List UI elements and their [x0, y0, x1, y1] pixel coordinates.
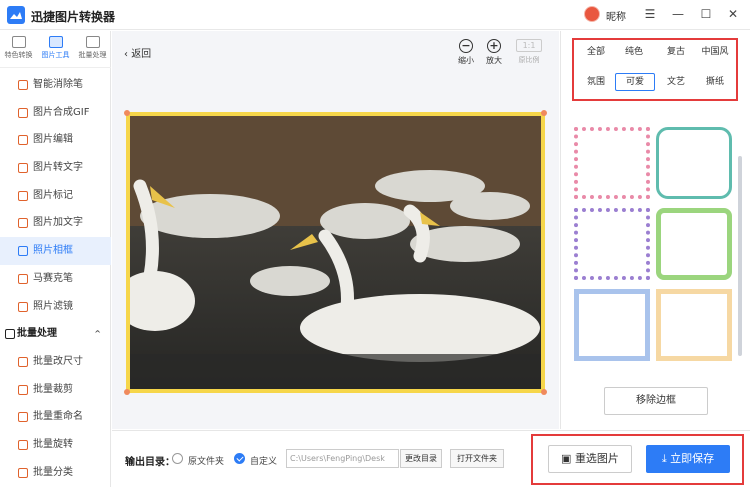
sidebar-item-ocr[interactable]: 图片转文字 — [0, 154, 111, 182]
sidebar-item-add-text[interactable]: 图片加文字 — [0, 209, 111, 237]
minimize-icon[interactable]: — — [669, 5, 687, 23]
category-torn-paper[interactable]: 撕纸 — [695, 74, 735, 92]
sidebar-item-gif[interactable]: 图片合成GIF — [0, 99, 111, 127]
user-avatar[interactable] — [584, 6, 600, 22]
maximize-icon[interactable]: ☐ — [697, 5, 715, 23]
frame-thumb-4[interactable] — [656, 208, 732, 280]
menu-icon[interactable]: ☰ — [641, 5, 659, 23]
output-path-field[interactable]: C:\Users\FengPing\Desk — [286, 449, 399, 468]
rename-icon — [18, 412, 28, 423]
change-dir-button[interactable]: 更改目录 — [400, 449, 442, 468]
radio-original-folder-label: 原文件夹 — [188, 457, 225, 467]
open-folder-button[interactable]: 打开文件夹 — [450, 449, 504, 468]
topnav-feature-convert[interactable]: 特色转换 — [0, 36, 37, 60]
rotate-icon — [18, 439, 28, 450]
back-button[interactable]: ‹ 返回 — [124, 45, 151, 60]
topnav-image-tools[interactable]: 图片工具 — [37, 36, 74, 60]
sidebar: 特色转换 图片工具 批量处理 智能消除笔 图片合成GIF 图片编辑 图片转文字 … — [0, 31, 111, 487]
save-now-button[interactable]: ⤓ 立即保存 — [646, 445, 730, 473]
sidebar-group-batch[interactable]: 批量处理 ^ — [0, 320, 111, 348]
radio-original-folder[interactable] — [172, 453, 183, 464]
batch-group-icon — [5, 329, 15, 340]
output-dir-label: 输出目录： — [125, 457, 175, 468]
frame-thumb-1[interactable] — [574, 127, 650, 199]
framed-photo-preview — [124, 110, 547, 395]
radio-custom-folder[interactable] — [234, 453, 245, 464]
category-chinese[interactable]: 中国风 — [695, 44, 735, 62]
sidebar-item-batch-rotate[interactable]: 批量旋转 — [0, 431, 111, 459]
frame-thumb-3[interactable] — [574, 208, 650, 280]
frame-icon — [18, 246, 28, 257]
radio-custom-folder-label: 自定义 — [250, 457, 278, 467]
preview-area: ‹ 返回 − 缩小 + 放大 1:1 原比例 — [112, 31, 559, 429]
batch-icon — [85, 36, 100, 48]
sidebar-item-batch-rename[interactable]: 批量重命名 — [0, 403, 111, 431]
frame-thumb-6[interactable] — [656, 289, 732, 361]
frame-thumb-5[interactable] — [574, 289, 650, 361]
app-logo-icon — [7, 6, 25, 24]
close-icon[interactable]: ✕ — [724, 5, 742, 23]
sidebar-item-batch-classify[interactable]: 批量分类 — [0, 459, 111, 487]
edit-icon — [18, 135, 28, 146]
frame-flower-icon — [541, 389, 547, 395]
title-bar: 迅捷图片转换器 昵称 ☰ — ☐ ✕ — [0, 0, 750, 30]
remove-border-button[interactable]: 移除边框 — [604, 387, 708, 415]
sidebar-item-filter[interactable]: 照片滤镜 — [0, 293, 111, 321]
bottom-bar: 输出目录： 原文件夹 自定义 C:\Users\FengPing\Desk 更改… — [112, 430, 750, 487]
eraser-icon — [18, 80, 28, 90]
sidebar-item-batch-crop[interactable]: 批量裁剪 — [0, 376, 111, 404]
chevron-up-icon: ^ — [94, 329, 101, 339]
sidebar-menu: 智能消除笔 图片合成GIF 图片编辑 图片转文字 图片标记 图片加文字 照片相框… — [0, 71, 111, 486]
zoom-in-button[interactable]: + 放大 — [480, 39, 508, 66]
zoom-out-button[interactable]: − 缩小 — [452, 39, 480, 66]
mosaic-icon — [18, 273, 28, 284]
reselect-image-button[interactable]: ▣ 重选图片 — [548, 445, 632, 473]
filter-icon — [18, 301, 28, 312]
crop-icon — [18, 384, 28, 395]
category-solid[interactable]: 纯色 — [614, 44, 654, 62]
original-ratio-button[interactable]: 1:1 原比例 — [514, 39, 544, 65]
category-literary[interactable]: 文艺 — [656, 74, 696, 92]
text-icon — [18, 218, 28, 229]
resize-icon — [18, 356, 28, 367]
frame-flower-icon — [124, 389, 130, 395]
frame-thumb-2[interactable] — [656, 127, 732, 199]
sidebar-top-nav: 特色转换 图片工具 批量处理 — [0, 31, 111, 68]
category-atmosphere[interactable]: 氛围 — [576, 74, 616, 92]
convert-icon — [11, 36, 26, 48]
mark-icon — [18, 190, 28, 201]
frame-flower-icon — [541, 110, 547, 116]
frame-panel: 全部 纯色 复古 中国风 氛围 可爱 文艺 撕纸 移除边框 — [560, 31, 750, 429]
ocr-icon — [18, 163, 28, 174]
tools-icon — [48, 36, 63, 48]
sidebar-item-batch-resize[interactable]: 批量改尺寸 — [0, 348, 111, 376]
sidebar-item-smart-eraser[interactable]: 智能消除笔 — [0, 71, 111, 99]
swan-photo — [130, 116, 541, 389]
image-icon: ▣ — [561, 452, 575, 465]
user-nickname[interactable]: 昵称 — [606, 8, 626, 23]
sidebar-item-edit[interactable]: 图片编辑 — [0, 126, 111, 154]
category-cute[interactable]: 可爱 — [615, 73, 655, 91]
zoom-in-icon: + — [487, 39, 501, 53]
sidebar-item-photo-frame[interactable]: 照片相框 — [0, 237, 111, 265]
frame-list-scrollbar[interactable] — [738, 156, 742, 356]
zoom-out-icon: − — [459, 39, 473, 53]
app-title: 迅捷图片转换器 — [31, 10, 116, 24]
category-all[interactable]: 全部 — [576, 44, 616, 62]
download-icon: ⤓ — [661, 452, 671, 465]
sidebar-item-mark[interactable]: 图片标记 — [0, 182, 111, 210]
topnav-batch[interactable]: 批量处理 — [74, 36, 111, 60]
category-retro[interactable]: 复古 — [656, 44, 696, 62]
gif-icon — [18, 107, 28, 118]
classify-icon — [18, 467, 28, 478]
sidebar-item-mosaic[interactable]: 马赛克笔 — [0, 265, 111, 293]
